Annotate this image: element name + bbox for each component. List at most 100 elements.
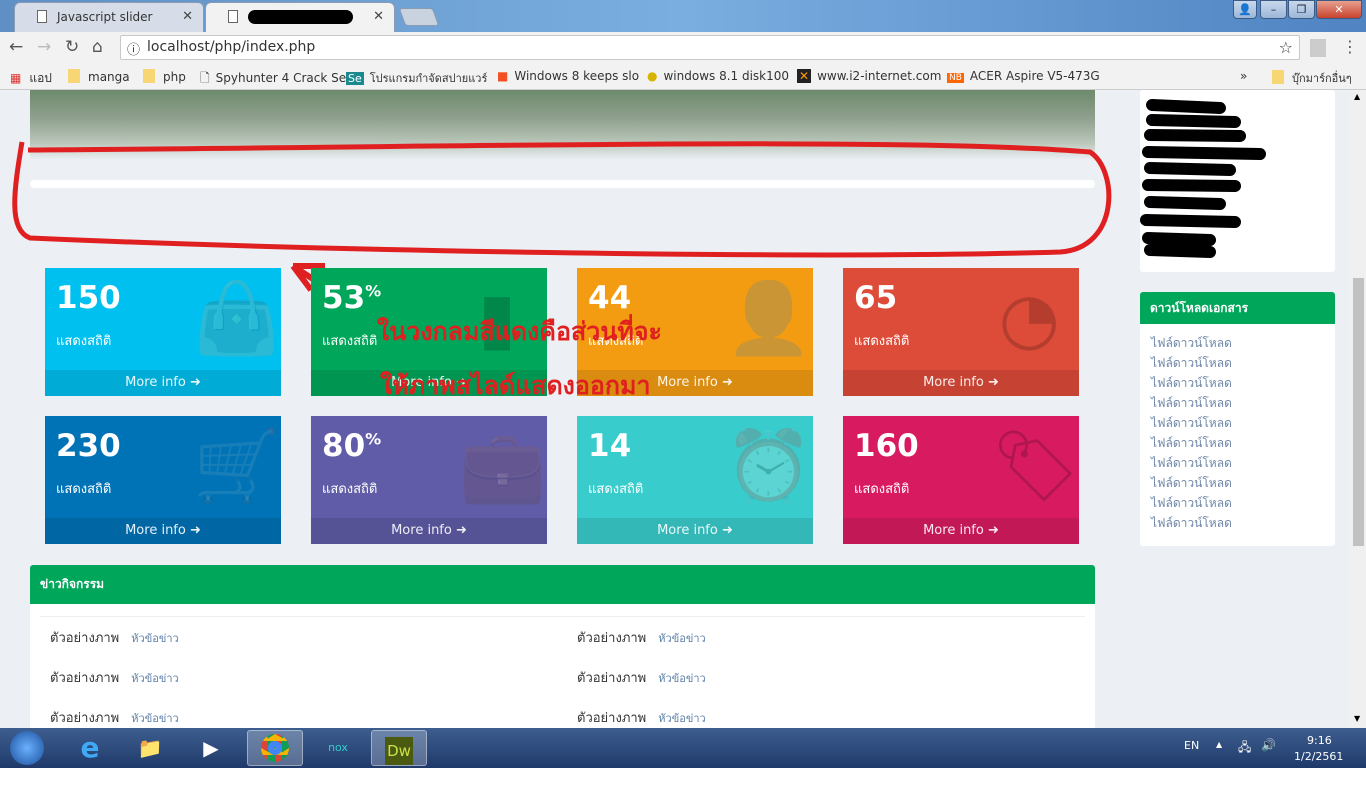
scroll-up-icon[interactable]: ▲ bbox=[1354, 92, 1360, 101]
stat-value: 80% bbox=[322, 428, 382, 464]
media-player-icon[interactable]: ▶ bbox=[183, 730, 239, 766]
language-indicator[interactable]: EN bbox=[1184, 739, 1199, 752]
news-headline-link[interactable]: หัวข้อข่าว bbox=[131, 632, 178, 645]
minimize-button[interactable]: – bbox=[1260, 0, 1287, 19]
download-link[interactable]: ไฟล์ดาวน์โหลด bbox=[1140, 453, 1335, 473]
tab-active[interactable]: ✕ bbox=[205, 2, 395, 32]
home-icon[interactable]: ⌂ bbox=[92, 37, 103, 57]
close-window-button[interactable]: ✕ bbox=[1316, 0, 1362, 19]
clock-time[interactable]: 9:16 bbox=[1307, 734, 1332, 747]
stat-value: 14 bbox=[588, 428, 632, 464]
news-item: ตัวอย่างภาพ หัวข้อข่าว bbox=[50, 667, 179, 688]
pie-chart-icon: ◔ bbox=[998, 277, 1060, 359]
bookmark-manga[interactable]: manga bbox=[68, 69, 130, 84]
address-bar[interactable]: ⓘ localhost/php/index.php ☆ bbox=[120, 35, 1300, 60]
bookmark-windows8[interactable]: ■ Windows 8 keeps slo bbox=[497, 69, 639, 83]
download-link[interactable]: ไฟล์ดาวน์โหลด bbox=[1140, 513, 1335, 533]
more-bookmarks[interactable]: » bbox=[1240, 69, 1247, 83]
annotation-text: ในวงกลมสีแดงคือส่วนที่จะ bbox=[377, 317, 662, 346]
profile-button[interactable]: 👤 bbox=[1233, 0, 1257, 19]
stat-value: 44 bbox=[588, 280, 632, 316]
more-info-link[interactable]: More info ➜ bbox=[45, 370, 281, 396]
stat-label: แสดงสถิติ bbox=[854, 482, 910, 497]
news-item: ตัวอย่างภาพ หัวข้อข่าว bbox=[577, 667, 706, 688]
download-link[interactable]: ไฟล์ดาวน์โหลด bbox=[1140, 433, 1335, 453]
bookmark-apps[interactable]: ▦ แอป bbox=[10, 69, 52, 88]
download-link[interactable]: ไฟล์ดาวน์โหลด bbox=[1140, 373, 1335, 393]
arrow-circle-right-icon: ➜ bbox=[189, 375, 201, 390]
stat-value: 53% bbox=[322, 280, 382, 316]
show-hidden-icons[interactable]: ▲ bbox=[1216, 740, 1222, 749]
stat-value: 65 bbox=[854, 280, 898, 316]
news-image-placeholder: ตัวอย่างภาพ bbox=[577, 671, 647, 686]
new-tab-button[interactable] bbox=[398, 8, 440, 26]
bookmark-i2[interactable]: ✕ www.i2-internet.com bbox=[797, 69, 941, 83]
news-headline-link[interactable]: หัวข้อข่าว bbox=[658, 672, 705, 685]
scrollbar-thumb[interactable] bbox=[1353, 278, 1364, 546]
news-image-placeholder: ตัวอย่างภาพ bbox=[577, 631, 647, 646]
download-link[interactable]: ไฟล์ดาวน์โหลด bbox=[1140, 333, 1335, 353]
news-headline-link[interactable]: หัวข้อข่าว bbox=[131, 672, 178, 685]
alarm-clock-icon: ⏰ bbox=[725, 425, 813, 507]
download-link[interactable]: ไฟล์ดาวน์โหลด bbox=[1140, 473, 1335, 493]
forward-icon[interactable]: → bbox=[37, 37, 51, 57]
restore-button[interactable]: ❐ bbox=[1288, 0, 1315, 19]
news-headline-link[interactable]: หัวข้อข่าว bbox=[131, 712, 178, 725]
close-tab-icon[interactable]: ✕ bbox=[373, 9, 384, 24]
other-bookmarks[interactable]: บุ๊กมาร์กอื่นๆ bbox=[1272, 69, 1352, 87]
internet-explorer-icon[interactable]: e bbox=[62, 730, 118, 766]
clock-date[interactable]: 1/2/2561 bbox=[1294, 750, 1343, 763]
title-bar: Javascript slider ✕ ✕ 👤 – ❐ ✕ bbox=[0, 0, 1366, 32]
bookmark-windows81[interactable]: ● windows 8.1 disk100 bbox=[647, 69, 789, 83]
redacted-scribble bbox=[1140, 99, 1266, 258]
file-explorer-icon[interactable]: 📁 bbox=[122, 730, 178, 766]
folder-icon bbox=[1272, 70, 1284, 84]
shopping-bag-icon: 👜 bbox=[193, 277, 281, 359]
bookmark-spyware[interactable]: Se โปรแกรมกำจัดสปายแวร์ bbox=[346, 69, 487, 87]
emoji-icon: ● bbox=[647, 69, 658, 83]
volume-icon[interactable]: 🔊 bbox=[1261, 738, 1276, 752]
scroll-down-icon[interactable]: ▼ bbox=[1354, 714, 1360, 723]
reload-icon[interactable]: ↻ bbox=[65, 37, 79, 57]
dreamweaver-icon[interactable]: Dw bbox=[371, 730, 427, 766]
download-link[interactable]: ไฟล์ดาวน์โหลด bbox=[1140, 393, 1335, 413]
annotation-text: ให้ภาพสไลด์แสดงออกมา bbox=[380, 371, 651, 400]
news-headline-link[interactable]: หัวข้อข่าว bbox=[658, 632, 705, 645]
stat-value: 160 bbox=[854, 428, 919, 464]
bookmark-php[interactable]: php bbox=[143, 69, 186, 84]
stat-box: 150 แสดงสถิติ 👜 More info ➜ bbox=[45, 268, 281, 396]
apps-grid-icon: ▦ bbox=[10, 71, 22, 85]
joomla-icon: ✕ bbox=[797, 69, 812, 83]
user-plus-icon: 👤 bbox=[725, 277, 813, 359]
menu-icon[interactable]: ⋮ bbox=[1342, 37, 1358, 56]
taskbar: e 📁 ▶ nox Dw EN ▲ 🖧 🔊 9:16 1/2/2561 bbox=[0, 728, 1366, 768]
back-icon[interactable]: ← bbox=[9, 37, 23, 57]
star-icon[interactable]: ☆ bbox=[1279, 38, 1293, 57]
network-icon[interactable]: 🖧 bbox=[1238, 738, 1251, 759]
windows-icon: ■ bbox=[497, 69, 509, 83]
news-headline-link[interactable]: หัวข้อข่าว bbox=[658, 712, 705, 725]
more-info-link[interactable]: More info ➜ bbox=[843, 518, 1079, 544]
page-content: 150 แสดงสถิติ 👜 More info ➜ 53% แสดงสถิติ… bbox=[0, 90, 1350, 728]
pdf-extension-icon[interactable] bbox=[1310, 39, 1326, 57]
stat-label: แสดงสถิติ bbox=[854, 334, 910, 349]
news-item: ตัวอย่างภาพ หัวข้อข่าว bbox=[50, 627, 179, 648]
close-tab-icon[interactable]: ✕ bbox=[182, 9, 193, 24]
bookmark-acer[interactable]: NB ACER Aspire V5-473G bbox=[947, 69, 1100, 83]
news-image-placeholder: ตัวอย่างภาพ bbox=[50, 671, 120, 686]
stat-value: 150 bbox=[56, 280, 121, 316]
start-button[interactable] bbox=[2, 730, 52, 766]
download-link[interactable]: ไฟล์ดาวน์โหลด bbox=[1140, 413, 1335, 433]
briefcase-icon: 💼 bbox=[459, 425, 547, 507]
more-info-link[interactable]: More info ➜ bbox=[45, 518, 281, 544]
more-info-link[interactable]: More info ➜ bbox=[311, 518, 547, 544]
tab-javascript-slider[interactable]: Javascript slider ✕ bbox=[14, 2, 204, 32]
download-link[interactable]: ไฟล์ดาวน์โหลด bbox=[1140, 493, 1335, 513]
more-info-link[interactable]: More info ➜ bbox=[577, 518, 813, 544]
more-info-link[interactable]: More info ➜ bbox=[843, 370, 1079, 396]
chrome-icon[interactable] bbox=[247, 730, 303, 766]
download-link[interactable]: ไฟล์ดาวน์โหลด bbox=[1140, 353, 1335, 373]
stat-label: แสดงสถิติ bbox=[588, 482, 644, 497]
nox-icon[interactable]: nox bbox=[310, 730, 366, 766]
bookmark-spyhunter[interactable]: 🗋 Spyhunter 4 Crack Se bbox=[200, 69, 346, 90]
